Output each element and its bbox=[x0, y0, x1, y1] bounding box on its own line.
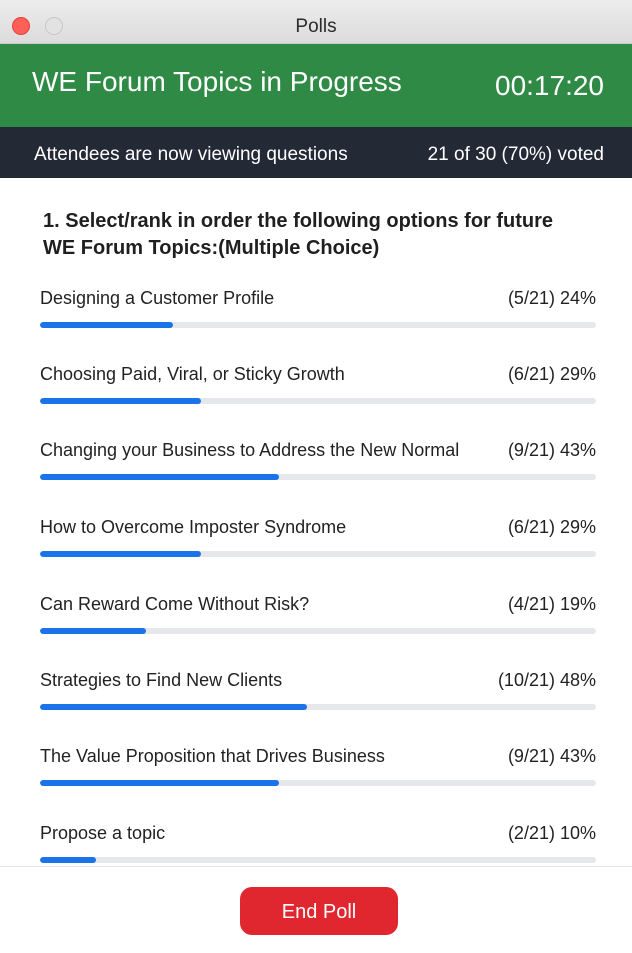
option-label: Choosing Paid, Viral, or Sticky Growth bbox=[40, 364, 345, 384]
option-progress-fill bbox=[40, 628, 146, 634]
option-progress-track bbox=[40, 857, 596, 863]
poll-header: WE Forum Topics in Progress 00:17:20 bbox=[0, 44, 632, 127]
option-label: The Value Proposition that Drives Busine… bbox=[40, 746, 385, 766]
option-label: Strategies to Find New Clients bbox=[40, 670, 283, 690]
poll-timer: 00:17:20 bbox=[495, 70, 604, 101]
option-result: (6/21) 29% bbox=[507, 364, 596, 384]
poll-title: WE Forum Topics in Progress bbox=[32, 66, 402, 97]
poll-option: Changing your Business to Address the Ne… bbox=[40, 440, 596, 490]
option-progress-track bbox=[40, 474, 596, 480]
poll-footer: End Poll bbox=[0, 866, 632, 953]
window-titlebar: Polls bbox=[0, 0, 632, 44]
status-message: Attendees are now viewing questions bbox=[34, 144, 348, 165]
option-progress-track bbox=[40, 780, 596, 786]
option-progress-fill bbox=[40, 780, 280, 786]
poll-option: How to Overcome Imposter Syndrome (6/21)… bbox=[40, 517, 596, 567]
option-label: Propose a topic bbox=[40, 823, 166, 843]
option-label: Can Reward Come Without Risk? bbox=[40, 594, 310, 614]
poll-option: Designing a Customer Profile (5/21) 24% bbox=[40, 288, 596, 338]
poll-option: Choosing Paid, Viral, or Sticky Growth (… bbox=[40, 364, 596, 414]
option-progress-fill bbox=[40, 398, 202, 404]
option-result: (4/21) 19% bbox=[507, 594, 596, 614]
end-poll-button[interactable]: End Poll bbox=[240, 887, 398, 935]
option-progress-fill bbox=[40, 551, 202, 557]
option-label: How to Overcome Imposter Syndrome bbox=[40, 517, 347, 537]
option-result: (9/21) 43% bbox=[507, 746, 596, 766]
vote-count: 21 of 30 (70%) voted bbox=[427, 144, 604, 165]
window-title: Polls bbox=[295, 16, 337, 37]
option-label: Changing your Business to Address the Ne… bbox=[40, 440, 460, 460]
option-result: (10/21) 48% bbox=[497, 670, 596, 690]
option-progress-track bbox=[40, 704, 596, 710]
question-text: 1. Select/rank in order the following op… bbox=[43, 210, 554, 259]
poll-option: Can Reward Come Without Risk? (4/21) 19% bbox=[40, 594, 596, 644]
option-result: (5/21) 24% bbox=[507, 288, 596, 308]
option-progress-track bbox=[40, 551, 596, 557]
option-progress-fill bbox=[40, 322, 174, 328]
option-progress-fill bbox=[40, 474, 280, 480]
option-progress-track bbox=[40, 398, 596, 404]
option-result: (2/21) 10% bbox=[507, 823, 596, 843]
poll-option: The Value Proposition that Drives Busine… bbox=[40, 746, 596, 796]
option-label: Designing a Customer Profile bbox=[40, 288, 275, 308]
option-result: (6/21) 29% bbox=[507, 517, 596, 537]
poll-option: Strategies to Find New Clients (10/21) 4… bbox=[40, 670, 596, 720]
option-progress-track bbox=[40, 322, 596, 328]
status-bar: Attendees are now viewing questions 21 o… bbox=[0, 127, 632, 178]
option-result: (9/21) 43% bbox=[507, 440, 596, 460]
option-progress-track bbox=[40, 628, 596, 634]
option-progress-fill bbox=[40, 704, 307, 710]
option-progress-fill bbox=[40, 857, 96, 863]
